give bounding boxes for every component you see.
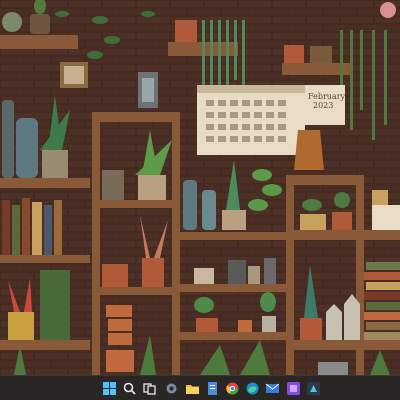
task-view-icon[interactable] [142, 381, 156, 395]
settings-icon[interactable] [164, 381, 178, 395]
mail-icon[interactable] [265, 381, 279, 395]
search-icon[interactable] [122, 381, 136, 395]
edge-icon[interactable] [245, 381, 259, 395]
chrome-icon[interactable] [225, 381, 239, 395]
app-teal-icon[interactable] [306, 381, 320, 395]
desktop-wallpaper: February 2023 [0, 0, 400, 375]
app-purple-icon[interactable] [286, 381, 300, 395]
calendar-month: February [308, 92, 346, 101]
notes-icon[interactable] [205, 381, 219, 395]
taskbar [0, 375, 400, 400]
calendar-year: 2023 [313, 101, 334, 110]
file-explorer-icon[interactable] [185, 381, 199, 395]
start-icon[interactable] [102, 381, 116, 395]
